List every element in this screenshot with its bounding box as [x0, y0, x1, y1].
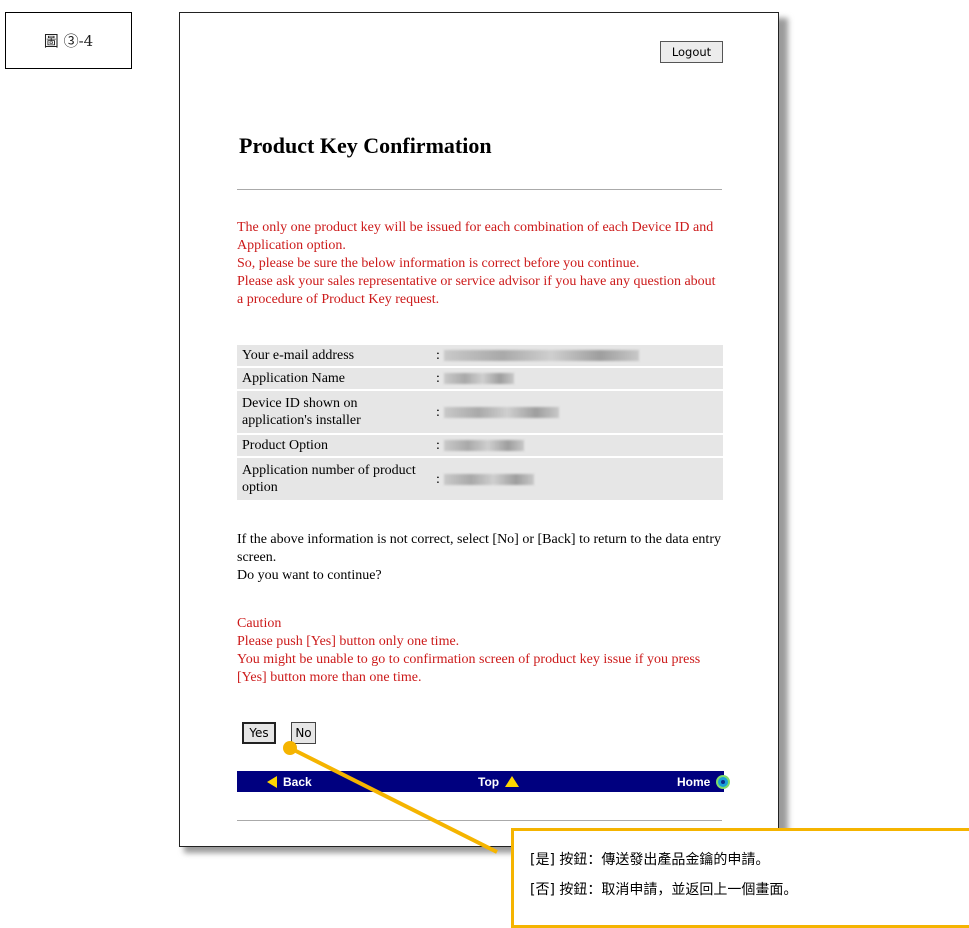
- redacted-value: [443, 373, 514, 385]
- back-label: Back: [283, 774, 312, 789]
- redacted-value: [443, 406, 559, 418]
- home-label: Home: [677, 774, 711, 789]
- back-link[interactable]: Back: [267, 771, 312, 792]
- row-value: :: [431, 345, 723, 366]
- redacted-value: [443, 473, 534, 485]
- row-label: Application number of product option: [237, 458, 431, 500]
- notice-line: So, please be sure the below information…: [237, 256, 640, 271]
- notice-line: The only one product key will be issued …: [237, 220, 714, 253]
- notice-line: Please ask your sales representative or …: [237, 274, 716, 307]
- callout-line-yes: [是] 按鈕：傳送發出產品金鑰的申請。: [530, 852, 770, 868]
- table-row: Your e-mail address :: [237, 345, 723, 366]
- top-link[interactable]: Top: [478, 771, 520, 792]
- no-button[interactable]: No: [291, 722, 316, 744]
- table-row: Product Option :: [237, 435, 723, 456]
- logout-button[interactable]: Logout: [660, 41, 723, 63]
- table-row: Application number of product option :: [237, 458, 723, 500]
- footer-nav-bar: Back Top Home: [237, 771, 731, 792]
- instruction-text: If the above information is not correct,…: [237, 531, 725, 585]
- callout-box: [是] 按鈕：傳送發出產品金鑰的申請。 [否] 按鈕：取消申請，並返回上一個畫面…: [511, 828, 969, 928]
- confirmation-table: Your e-mail address : Application Name :…: [237, 343, 723, 502]
- top-label: Top: [478, 774, 500, 789]
- row-value: :: [431, 368, 723, 389]
- caution-line: You might be unable to go to confirmatio…: [237, 652, 701, 685]
- title-divider: [237, 189, 722, 190]
- redacted-value: [443, 350, 639, 362]
- table-row: Application Name :: [237, 368, 723, 389]
- row-value: :: [431, 458, 723, 500]
- table-row: Device ID shown on application's install…: [237, 391, 723, 433]
- redacted-value: [443, 440, 524, 452]
- notice-text: The only one product key will be issued …: [237, 219, 725, 309]
- row-value: :: [431, 391, 723, 433]
- footer-divider: [237, 820, 722, 821]
- yes-button[interactable]: Yes: [242, 722, 276, 744]
- instruction-line: Do you want to continue?: [237, 568, 382, 583]
- page-title: Product Key Confirmation: [239, 133, 492, 158]
- row-label: Product Option: [237, 435, 431, 456]
- home-icon: [716, 774, 731, 789]
- caution-heading: Caution: [237, 616, 282, 631]
- up-arrow-icon: [505, 776, 520, 787]
- caution-text: Caution Please push [Yes] button only on…: [237, 615, 725, 687]
- back-arrow-icon: [267, 775, 277, 788]
- instruction-line: If the above information is not correct,…: [237, 532, 721, 565]
- callout-line-no: [否] 按鈕：取消申請，並返回上一個畫面。: [530, 882, 798, 898]
- row-value: :: [431, 435, 723, 456]
- row-label: Application Name: [237, 368, 431, 389]
- row-label: Device ID shown on application's install…: [237, 391, 431, 433]
- caution-line: Please push [Yes] button only one time.: [237, 634, 460, 649]
- figure-label: 圖 ③-4: [5, 12, 132, 69]
- page-frame: Logout Product Key Confirmation The only…: [179, 12, 779, 847]
- home-link[interactable]: Home: [677, 771, 731, 792]
- row-label: Your e-mail address: [237, 345, 431, 366]
